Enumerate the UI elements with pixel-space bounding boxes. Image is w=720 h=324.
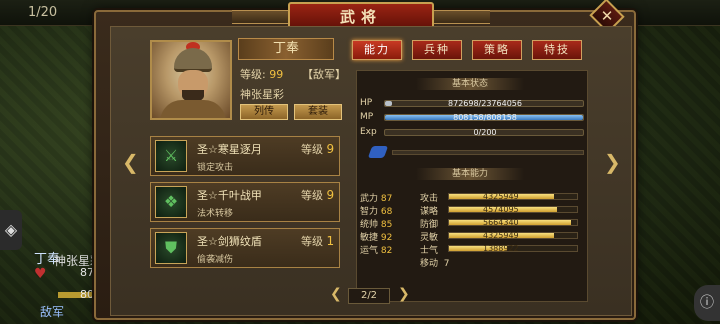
attr-value: 4574095	[483, 205, 519, 214]
stat-2: 统帅 85	[360, 220, 393, 230]
exp-label: Exp	[360, 127, 377, 137]
stat-1: 智力 68	[360, 207, 393, 217]
skill-name: 圣☆剑狮纹盾	[197, 235, 262, 248]
general-level: 等级: 99	[240, 68, 284, 81]
tab-troops[interactable]: 兵种	[412, 40, 462, 60]
skill-desc: 法术转移	[197, 209, 234, 219]
mp-bar: 808158/808158	[384, 113, 584, 122]
skill-name: 圣☆寒星逐月	[197, 143, 262, 156]
heart-icon: ♥	[34, 266, 47, 282]
general-camp: 【敌军】	[302, 68, 346, 81]
attr-value: 1388922	[483, 244, 519, 253]
info-button[interactable]: ⓘ	[694, 285, 720, 321]
next-general-arrow[interactable]: ❯	[604, 150, 621, 174]
stat-3: 敏捷 92	[360, 233, 393, 243]
hp-text: 872698/23764056	[448, 99, 522, 108]
side-menu-button[interactable]: ◈	[0, 210, 22, 250]
attr-bar: 5664340	[448, 218, 578, 227]
attr-value: 4325949	[483, 231, 519, 240]
game-screen: 1/20 ◈ ♥ 丁奉 神张星彩 872k 808k 敌军 ⓘ 武将 ✕ ❮ ❯…	[0, 0, 720, 324]
next-page-arrow[interactable]: ❯	[398, 286, 410, 302]
stat-0: 武力 87	[360, 194, 393, 204]
mp-label: MP	[360, 112, 374, 122]
tab-specialty[interactable]: 特技	[532, 40, 582, 60]
attr-label: 谋略	[420, 207, 439, 217]
stat-4: 运气 82	[360, 246, 393, 256]
page-indicator: 2/2	[348, 288, 390, 304]
skill-level: 等级 9	[301, 142, 335, 156]
shield-icon: ⛊	[155, 232, 187, 264]
skill-desc: 锁定攻击	[197, 163, 234, 173]
skill-name: 圣☆千叶战甲	[197, 189, 262, 202]
hp-bar: 872698/23764056	[384, 99, 584, 108]
attr-bar: 4325949	[448, 192, 578, 201]
general-name: 丁奉	[238, 38, 334, 60]
outfit-button[interactable]: 套装	[294, 104, 342, 120]
basic-ability-heading: 基本能力	[416, 168, 524, 180]
mount-bar	[392, 150, 584, 155]
exp-bar: 0/200	[384, 128, 584, 137]
prev-page-arrow[interactable]: ❮	[330, 286, 342, 302]
skill-desc: 偷袭减伤	[197, 255, 234, 265]
attr-bar: 1388922	[448, 244, 578, 253]
title-wing-right	[430, 10, 490, 24]
attr-label: 防御	[420, 220, 439, 230]
armor-icon: ❖	[155, 186, 187, 218]
general-portrait	[150, 40, 232, 120]
skill-row[interactable]: ⛊ 圣☆剑狮纹盾 等级 1 偷袭减伤	[150, 228, 340, 268]
attr-value: 5664340	[483, 218, 519, 227]
basic-status-heading: 基本状态	[416, 78, 524, 90]
prev-general-arrow[interactable]: ❮	[122, 150, 139, 174]
mp-text: 808158/808158	[453, 113, 517, 122]
biography-button[interactable]: 列传	[240, 104, 288, 120]
skill-level: 等级 9	[301, 188, 335, 202]
title-wing-left	[232, 10, 292, 24]
exp-text: 0/200	[473, 128, 497, 137]
move-stat: 移动 7	[420, 259, 450, 269]
skill-level: 等级 1	[301, 234, 335, 248]
general-subtitle: 神张星彩	[240, 88, 284, 101]
skill-row[interactable]: ❖ 圣☆千叶战甲 等级 9 法术转移	[150, 182, 340, 222]
attr-label: 士气	[420, 246, 439, 256]
attr-bar: 4574095	[448, 205, 578, 214]
skill-row[interactable]: ⚔ 圣☆寒星逐月 等级 9 锁定攻击	[150, 136, 340, 176]
tab-ability[interactable]: 能力	[352, 40, 402, 60]
bg-unit-side: 敌军	[40, 305, 65, 319]
close-icon: ✕	[600, 7, 614, 25]
page-counter: 1/20	[28, 5, 58, 20]
attr-bar: 4325949	[448, 231, 578, 240]
tab-strategy[interactable]: 策略	[472, 40, 522, 60]
hp-label: HP	[360, 98, 373, 108]
attr-label: 攻击	[420, 194, 439, 204]
attr-value: 4325949	[483, 192, 519, 201]
attr-label: 灵敏	[420, 233, 439, 243]
sword-icon: ⚔	[155, 140, 187, 172]
